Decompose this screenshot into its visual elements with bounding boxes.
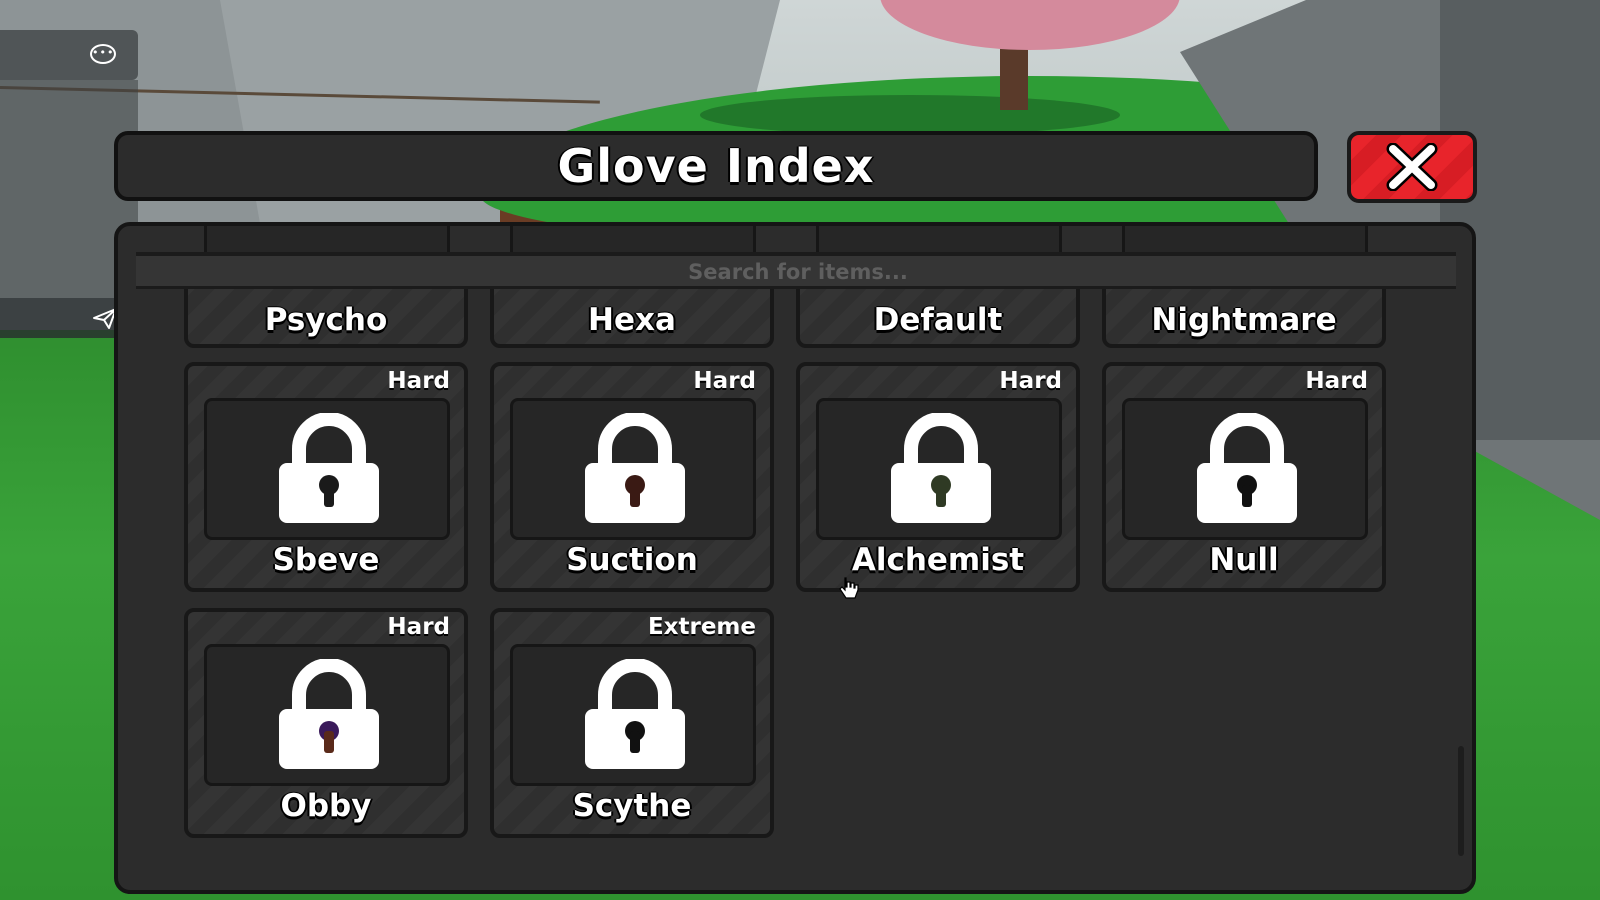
glove-name: Alchemist	[851, 542, 1025, 578]
page-title: Glove Index	[557, 139, 875, 193]
glove-slot	[1122, 398, 1368, 540]
lock-icon	[279, 659, 379, 769]
glove-card-sbeve[interactable]: Hard Sbeve	[184, 362, 468, 592]
glove-card-null[interactable]: Hard Null	[1102, 362, 1386, 592]
glove-card-alchemist[interactable]: Hard Alchemist	[796, 362, 1080, 592]
glove-name: Nightmare	[1151, 302, 1337, 338]
difficulty-label: Hard	[693, 368, 756, 394]
difficulty-label: Hard	[1305, 368, 1368, 394]
scrollbar[interactable]	[1458, 746, 1464, 856]
lock-icon	[891, 413, 991, 523]
search-input[interactable]	[136, 256, 1460, 288]
more-options-icon[interactable]: •••	[90, 44, 116, 64]
lock-icon	[1197, 413, 1297, 523]
glove-slot	[510, 644, 756, 786]
pointer-hand-icon	[839, 577, 859, 599]
glove-card-suction[interactable]: Hard Suction	[490, 362, 774, 592]
search-bar[interactable]	[136, 252, 1460, 289]
glove-name: Default	[873, 302, 1003, 338]
glove-slot	[204, 398, 450, 540]
tree-shadow	[700, 95, 1120, 135]
glove-slot	[204, 644, 450, 786]
glove-index-title-bar: Glove Index	[114, 131, 1318, 201]
glove-name: Scythe	[572, 788, 692, 824]
glove-card-scythe[interactable]: Extreme Scythe	[490, 608, 774, 838]
close-x-icon	[1386, 143, 1438, 191]
glove-slot	[816, 398, 1062, 540]
difficulty-label: Hard	[387, 614, 450, 640]
glove-name: Obby	[280, 788, 372, 824]
glove-name: Psycho	[264, 302, 388, 338]
chat-header: •••	[0, 30, 138, 80]
glove-name: Hexa	[588, 302, 676, 338]
glove-slot	[510, 398, 756, 540]
difficulty-label: Extreme	[647, 614, 756, 640]
lock-icon	[585, 413, 685, 523]
glove-name: Suction	[566, 542, 698, 578]
glove-grid: Psycho Hexa Default Nightmare Hard Sbeve…	[118, 226, 1472, 890]
glove-card-obby[interactable]: Hard Obby	[184, 608, 468, 838]
glove-index-panel: Psycho Hexa Default Nightmare Hard Sbeve…	[114, 222, 1476, 894]
close-button[interactable]	[1347, 131, 1477, 203]
glove-name: Null	[1209, 542, 1279, 578]
difficulty-label: Hard	[999, 368, 1062, 394]
glove-name: Sbeve	[272, 542, 380, 578]
lock-icon	[279, 413, 379, 523]
lock-icon	[585, 659, 685, 769]
difficulty-label: Hard	[387, 368, 450, 394]
